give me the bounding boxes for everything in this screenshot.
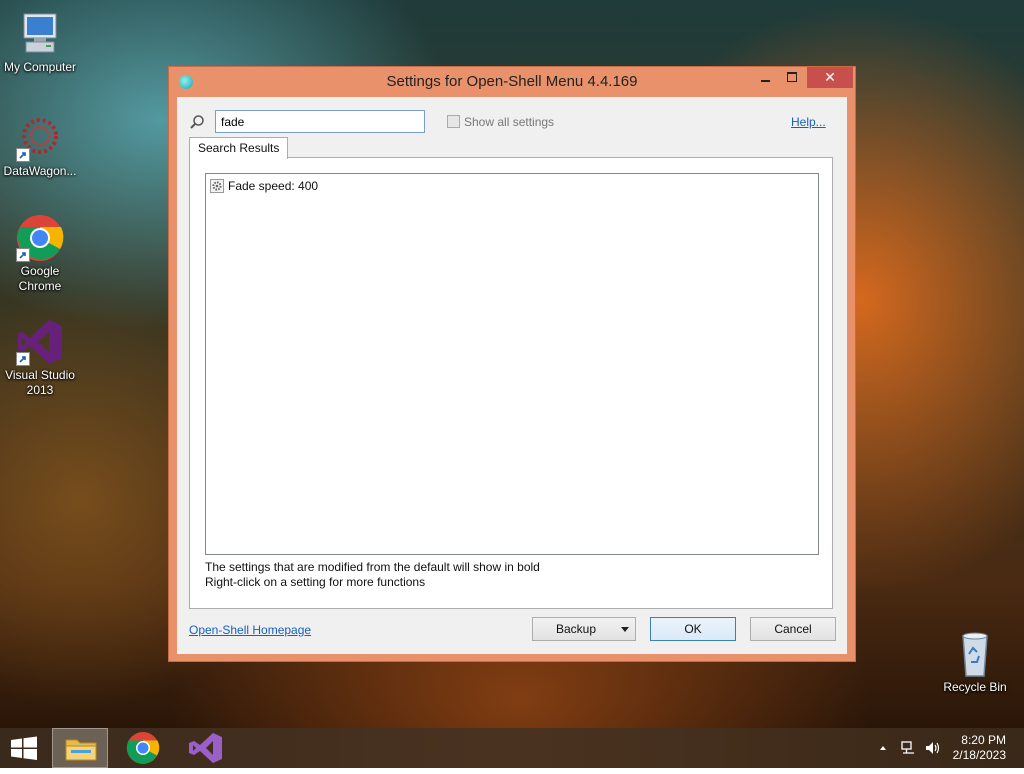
desktop-icon-label: Recycle Bin: [943, 680, 1007, 694]
cancel-button[interactable]: Cancel: [750, 617, 836, 641]
taskbar-file-explorer[interactable]: [52, 728, 108, 768]
backup-label: Backup: [555, 622, 597, 636]
taskbar-visual-studio[interactable]: [177, 728, 233, 768]
folder-icon: [65, 739, 97, 761]
tab-search-results[interactable]: Search Results: [189, 137, 289, 159]
show-hidden-icons-icon[interactable]: [878, 743, 888, 753]
desktop-icon-label: DataWagon...: [3, 164, 77, 178]
result-label: Fade speed: 400: [228, 179, 319, 193]
search-icon: [189, 114, 205, 135]
search-results-panel: Fade speed: 400 The settings that are mo…: [189, 157, 833, 609]
hint-text: Right-click on a setting for more functi…: [205, 575, 426, 589]
show-all-settings-checkbox[interactable]: Show all settings: [447, 115, 554, 129]
desktop-icon-label: Visual Studio 2013: [5, 368, 75, 397]
desktop-icon-visual-studio[interactable]: Visual Studio 2013: [0, 318, 80, 398]
taskbar: 8:20 PM 2/18/2023: [0, 728, 1024, 768]
show-all-label: Show all settings: [464, 115, 555, 129]
search-input[interactable]: [215, 110, 425, 133]
maximize-button[interactable]: [779, 67, 806, 88]
desktop-icon-my-computer[interactable]: My Computer: [0, 10, 80, 75]
close-icon: ✕: [824, 69, 836, 85]
gear-icon: [210, 179, 224, 197]
minimize-button[interactable]: [752, 67, 779, 88]
checkbox-box[interactable]: [447, 115, 460, 128]
clock-date: 2/18/2023: [952, 748, 1006, 762]
title-bar[interactable]: Settings for Open-Shell Menu 4.4.169 ✕: [169, 67, 855, 97]
backup-button[interactable]: Backup: [532, 617, 636, 641]
homepage-link[interactable]: Open-Shell Homepage: [189, 623, 311, 637]
results-list[interactable]: Fade speed: 400: [205, 173, 819, 555]
visual-studio-icon: [16, 318, 64, 366]
system-tray: 8:20 PM 2/18/2023: [864, 728, 1024, 768]
hint-text: The settings that are modified from the …: [205, 560, 540, 574]
ok-button[interactable]: OK: [650, 617, 736, 641]
shortcut-arrow-icon: [16, 148, 30, 162]
volume-icon[interactable]: [924, 740, 942, 756]
start-button[interactable]: [0, 728, 48, 768]
dropdown-arrow-icon: [621, 627, 629, 632]
desktop-icon-label: My Computer: [3, 60, 77, 74]
shortcut-arrow-icon: [16, 248, 30, 262]
clock-time: 8:20 PM: [961, 733, 1006, 747]
close-button[interactable]: ✕: [807, 67, 853, 88]
visual-studio-icon: [189, 733, 222, 763]
desktop-icon-datawagon[interactable]: DataWagon...: [0, 114, 80, 179]
dialog-client: Show all settings Help... Search Results…: [177, 97, 847, 654]
taskbar-chrome[interactable]: [115, 728, 171, 768]
list-item[interactable]: Fade speed: 400: [210, 178, 318, 194]
settings-dialog: Settings for Open-Shell Menu 4.4.169 ✕ S…: [168, 66, 856, 662]
clock[interactable]: 8:20 PM 2/18/2023: [953, 733, 1006, 763]
chrome-icon: [16, 214, 64, 262]
help-link[interactable]: Help...: [791, 115, 826, 129]
datawagon-icon: [16, 114, 64, 162]
desktop-icon-label: Google Chrome: [18, 264, 62, 293]
recycle-bin-icon: [951, 630, 999, 678]
desktop-icon-google-chrome[interactable]: Google Chrome: [0, 214, 80, 294]
network-icon[interactable]: [900, 740, 916, 756]
shortcut-arrow-icon: [16, 352, 30, 366]
computer-icon: [16, 10, 64, 58]
desktop-icon-recycle-bin[interactable]: Recycle Bin: [935, 630, 1015, 695]
desktop: My Computer DataWagon... Google Chrome V…: [0, 0, 1024, 728]
windows-logo-icon: [11, 736, 37, 760]
chrome-icon: [126, 732, 160, 764]
